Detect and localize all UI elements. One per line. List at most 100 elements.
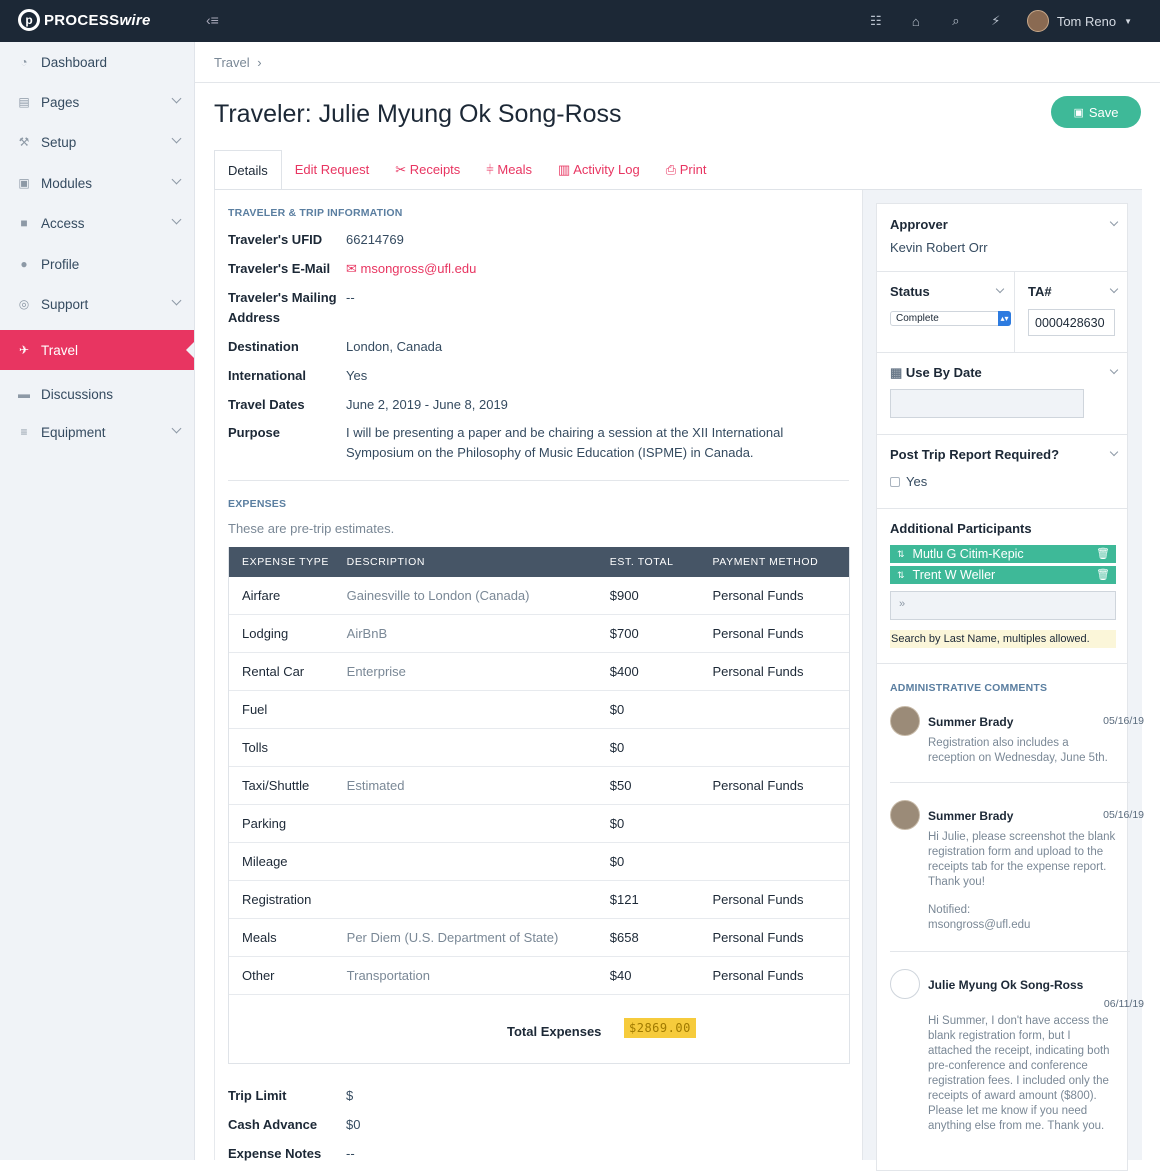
cell-type: Other [242,968,275,983]
sidebar-item-label: Discussions [41,386,114,402]
sidebar-item-label: Profile [41,256,80,272]
sidebar-item-equipment[interactable]: ≡ Equipment [0,412,194,452]
sidebar-item-access[interactable]: ■ Access [0,203,194,243]
sidebar-item-support[interactable]: ◎ Support [0,284,194,324]
cell-payment: Personal Funds [712,664,804,679]
sidebar-item-label: Travel [41,342,79,358]
bolt-icon[interactable]: ⚡︎ [987,13,1005,29]
sidebar-toggle-icon[interactable]: ‹≡ [206,12,219,28]
field-value: 66214769 [346,232,404,247]
cell-payment: Personal Funds [712,968,804,983]
participant-chip[interactable]: ⇅ Mutlu G Citim-Kepic 🗑︎ [890,545,1116,563]
field-label: Destination [228,339,299,354]
table-row: Mileage $0 [229,843,849,881]
email-text: msongross@ufl.edu [360,261,477,276]
lifebuoy-icon: ◎ [18,297,30,311]
table-row: Tolls $0 [229,729,849,767]
user-menu[interactable]: Tom Reno ▼ [1026,10,1132,32]
comment-item: Julie Myung Ok Song-Ross 06/11/19 Hi Sum… [890,969,1144,1169]
tab-receipts[interactable]: ✂︎ Receipts [382,150,473,190]
cell-type: Registration [242,892,312,907]
chevron-down-icon [171,93,182,104]
checkbox-label: Yes [906,474,928,489]
avatar [890,969,920,999]
top-bar: p PROCESSwire ‹≡ ☷ ⌂ ⌕ ⚡︎ Tom Reno ▼ [0,0,1160,42]
processwire-logo[interactable]: p PROCESSwire [18,9,151,31]
sidebar-item-discussions[interactable]: ▬ Discussions [0,374,194,414]
cell-type: Lodging [242,626,289,641]
chevron-down-icon[interactable] [1109,284,1119,294]
ta-input[interactable]: 0000428630 [1028,309,1115,336]
sitemap-icon[interactable]: ☷ [867,13,885,29]
field-label: Purpose [228,425,281,440]
breadcrumb-link[interactable]: Travel [214,55,250,70]
comment-text: Hi Julie, please screenshot the blank re… [928,831,1116,888]
chevron-down-icon[interactable] [1109,447,1119,457]
participants-hint: Search by Last Name, multiples allowed. [890,630,1116,648]
tab-details[interactable]: Details [214,150,282,190]
tab-activity-log[interactable]: ▥ Activity Log [545,150,653,190]
divider [877,663,1127,664]
select-arrows-icon: ▴▾ [998,311,1011,326]
cell-total: $400 [609,664,639,679]
approver-value: Kevin Robert Orr [890,240,988,255]
sidebar-item-modules[interactable]: ▣ Modules [0,163,194,203]
cell-payment: Personal Funds [712,892,804,907]
divider [228,480,849,481]
status-select[interactable]: Complete ▴▾ [890,311,1011,326]
divider [877,352,1127,353]
sidebar-item-label: Support [41,296,89,312]
field-label: Traveler's UFID [228,232,323,247]
cell-description: Per Diem (U.S. Department of State) [346,930,559,945]
tab-edit-request[interactable]: Edit Request [282,150,382,190]
sidebar-item-dashboard[interactable]: ◔ Dashboard [0,42,194,82]
sidebar: ◔ Dashboard ▤ Pages ⚒ Setup ▣ Modules ■ Acces… [0,42,195,1160]
use-by-date-label: ▦ Use By Date [890,365,982,381]
search-icon[interactable]: ⌕ [947,13,965,29]
cell-total: $121 [609,892,639,907]
total-value: $2869.00 [624,1018,696,1038]
tab-print[interactable]: ⎙ Print [653,150,720,190]
chevron-down-icon [171,214,182,225]
cell-type: Fuel [242,702,268,717]
sidebar-item-label: Pages [41,94,80,110]
trash-icon[interactable]: 🗑︎ [1096,547,1110,560]
comment-text: Hi Summer, I don't have access the blank… [928,1015,1110,1132]
use-by-date-input[interactable] [890,389,1084,418]
post-trip-checkbox-row[interactable]: Yes [890,474,927,489]
wrench-icon: ⚒ [18,135,30,149]
trash-icon[interactable]: 🗑︎ [1096,568,1110,581]
total-row: Total Expenses $2869.00 [229,995,849,1063]
tab-meals[interactable]: ⫩ Meals [473,150,545,190]
cell-description: Transportation [346,968,430,983]
cell-total: $0 [609,740,625,755]
sidebar-item-setup[interactable]: ⚒ Setup [0,122,194,162]
tab-bar: Details Edit Request ✂︎ Receipts ⫩ Meals… [214,150,719,190]
participants-search-input[interactable]: » [890,591,1116,620]
cell-total: $658 [609,930,639,945]
email-link[interactable]: ✉︎ msongross@ufl.edu [346,259,851,279]
save-button[interactable]: ▣ Save [1051,96,1141,128]
book-icon: ▥ [558,162,574,177]
chevron-down-icon[interactable] [1109,365,1119,375]
breadcrumb[interactable]: Travel › [214,55,262,70]
sidebar-item-travel[interactable]: ✈︎ Travel [0,330,194,370]
cell-type: Tolls [242,740,269,755]
divider [890,782,1130,783]
expenses-table: EXPENSE TYPE DESCRIPTION EST. TOTAL PAYM… [228,547,850,1064]
tab-label: Meals [497,162,533,177]
chevron-down-icon[interactable] [995,284,1005,294]
chevron-down-icon [171,295,182,306]
sidebar-item-profile[interactable]: ● Profile [0,244,194,284]
use-by-date-text: Use By Date [905,365,982,380]
cell-total: $0 [609,854,625,869]
table-row: Registration $121 Personal Funds [229,881,849,919]
divider [877,508,1127,509]
participant-chip[interactable]: ⇅ Trent W Weller 🗑︎ [890,566,1116,584]
chevron-down-icon[interactable] [1109,217,1119,227]
sidebar-item-pages[interactable]: ▤ Pages [0,82,194,122]
cell-payment: Personal Funds [712,930,804,945]
home-icon[interactable]: ⌂ [907,14,925,29]
comment-notified-value: msongross@ufl.edu [928,919,1031,931]
checkbox[interactable] [890,476,900,487]
